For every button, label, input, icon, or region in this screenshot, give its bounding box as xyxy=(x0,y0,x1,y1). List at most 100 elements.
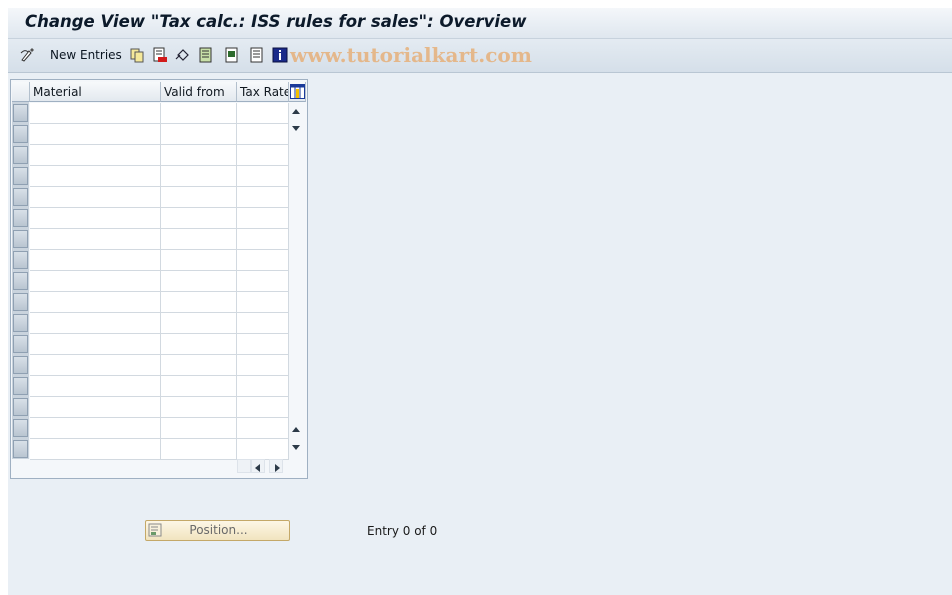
row-selector[interactable] xyxy=(13,167,28,185)
row-selector[interactable] xyxy=(13,419,28,437)
table-cell[interactable] xyxy=(237,208,289,229)
horizontal-scrollbar[interactable] xyxy=(237,458,289,474)
scroll-page-down-icon[interactable] xyxy=(292,445,300,450)
table-cell[interactable] xyxy=(30,208,161,229)
scroll-left-button[interactable] xyxy=(251,459,265,473)
table-cell[interactable] xyxy=(237,229,289,250)
table-cell[interactable] xyxy=(161,334,237,355)
table-cell[interactable] xyxy=(30,229,161,250)
table-cell[interactable] xyxy=(237,313,289,334)
row-selector[interactable] xyxy=(13,398,28,416)
table-cell[interactable] xyxy=(161,145,237,166)
table-cell[interactable] xyxy=(237,250,289,271)
table-cell[interactable] xyxy=(161,103,237,124)
row-selector[interactable] xyxy=(13,440,28,458)
table-cell[interactable] xyxy=(237,376,289,397)
row-selector[interactable] xyxy=(13,356,28,374)
table-cell[interactable] xyxy=(237,355,289,376)
column-header-tax-rate[interactable]: Tax Rate xyxy=(237,82,289,102)
table-cell[interactable] xyxy=(161,166,237,187)
row-selector[interactable] xyxy=(13,272,28,290)
table-cell[interactable] xyxy=(30,355,161,376)
scroll-up-icon[interactable] xyxy=(292,109,300,114)
delete-icon xyxy=(152,47,168,63)
row-selector[interactable] xyxy=(13,104,28,122)
table-settings-button[interactable] xyxy=(289,82,306,102)
table-cell[interactable] xyxy=(237,334,289,355)
table-cell[interactable] xyxy=(30,439,161,460)
table-cell[interactable] xyxy=(161,208,237,229)
table-cell[interactable] xyxy=(161,313,237,334)
row-selector[interactable] xyxy=(13,251,28,269)
table-cell[interactable] xyxy=(161,229,237,250)
undo-button[interactable] xyxy=(175,46,191,64)
table-cell[interactable] xyxy=(161,187,237,208)
table-cell[interactable] xyxy=(161,376,237,397)
table-cell[interactable] xyxy=(237,292,289,313)
scroll-track xyxy=(237,459,251,473)
row-selector[interactable] xyxy=(13,146,28,164)
row-selector[interactable] xyxy=(13,335,28,353)
table-cell[interactable] xyxy=(30,187,161,208)
row-selector[interactable] xyxy=(13,377,28,395)
row-selector[interactable] xyxy=(13,230,28,248)
row-selector[interactable] xyxy=(13,314,28,332)
table-cell[interactable] xyxy=(161,124,237,145)
delete-button[interactable] xyxy=(152,46,168,64)
table-cell[interactable] xyxy=(237,187,289,208)
row-selector[interactable] xyxy=(13,209,28,227)
table-cell[interactable] xyxy=(237,271,289,292)
table-cell[interactable] xyxy=(237,439,289,460)
deselect-all-button[interactable] xyxy=(249,46,265,64)
table-cell[interactable] xyxy=(237,397,289,418)
table-cell[interactable] xyxy=(30,376,161,397)
position-button[interactable]: Position... xyxy=(145,520,290,541)
sap-window: Change View "Tax calc.: ISS rules for sa… xyxy=(8,8,952,595)
scroll-down-icon[interactable] xyxy=(292,126,300,131)
new-entries-button[interactable]: New Entries xyxy=(50,48,122,62)
entry-counter: Entry 0 of 0 xyxy=(367,524,438,538)
table-cell[interactable] xyxy=(161,439,237,460)
row-selector[interactable] xyxy=(13,188,28,206)
table-settings-icon xyxy=(290,84,305,100)
table-cell[interactable] xyxy=(161,418,237,439)
table-cell[interactable] xyxy=(30,271,161,292)
table-cell[interactable] xyxy=(30,292,161,313)
table-cell[interactable] xyxy=(30,124,161,145)
table-cell[interactable] xyxy=(30,250,161,271)
table-cell[interactable] xyxy=(30,313,161,334)
display-change-button[interactable] xyxy=(20,46,36,64)
table-cell[interactable] xyxy=(161,292,237,313)
scroll-right-button[interactable] xyxy=(269,459,283,473)
table-control: Material Valid from Tax Rate xyxy=(10,79,308,479)
table-cell[interactable] xyxy=(237,103,289,124)
info-button[interactable] xyxy=(272,46,288,64)
table-cell[interactable] xyxy=(161,355,237,376)
column-header-material[interactable]: Material xyxy=(30,82,161,102)
application-toolbar: New Entries www.tutorialkart.com xyxy=(8,39,952,73)
table-cell[interactable] xyxy=(30,418,161,439)
select-all-button[interactable] xyxy=(198,46,214,64)
table-cell[interactable] xyxy=(237,418,289,439)
table-cell[interactable] xyxy=(30,103,161,124)
copy-button[interactable] xyxy=(129,46,145,64)
table-cell[interactable] xyxy=(237,145,289,166)
select-block-button[interactable] xyxy=(224,46,240,64)
table-cell[interactable] xyxy=(237,166,289,187)
table-cell[interactable] xyxy=(161,397,237,418)
table-cell[interactable] xyxy=(237,124,289,145)
row-selector[interactable] xyxy=(13,293,28,311)
select-all-header[interactable] xyxy=(12,82,30,102)
table-cell[interactable] xyxy=(30,145,161,166)
vertical-scrollbar[interactable] xyxy=(289,103,304,459)
table-cell[interactable] xyxy=(30,397,161,418)
table-cell[interactable] xyxy=(161,271,237,292)
scroll-page-up-icon[interactable] xyxy=(292,427,300,432)
table-cell[interactable] xyxy=(161,250,237,271)
row-selector[interactable] xyxy=(13,125,28,143)
column-header-valid-from[interactable]: Valid from xyxy=(161,82,237,102)
table-cell[interactable] xyxy=(30,334,161,355)
chevron-right-icon xyxy=(275,464,280,472)
undo-icon xyxy=(175,47,191,63)
table-cell[interactable] xyxy=(30,166,161,187)
